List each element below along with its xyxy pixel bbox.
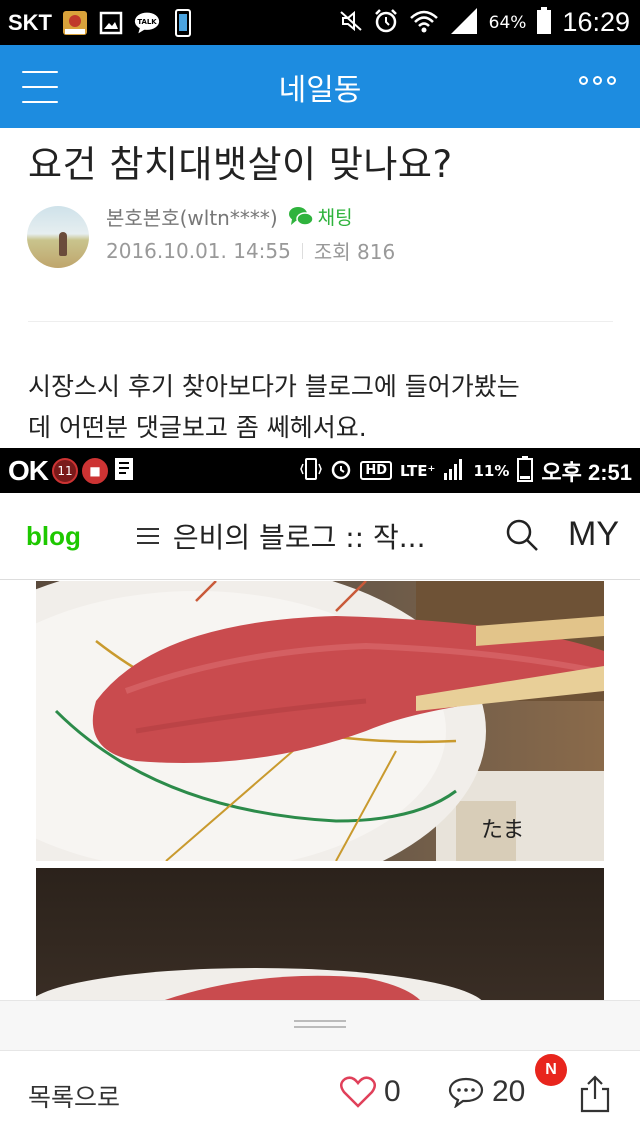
embedded-app-logo: OK [8, 454, 49, 486]
mute-icon [339, 9, 363, 37]
post-title: 요건 참치대뱃살이 맞나요? [28, 143, 453, 186]
embedded-vibrate-icon [300, 457, 323, 485]
embedded-hd-label: HD [360, 461, 392, 480]
my-label: MY [568, 515, 619, 553]
more-dots-icon[interactable] [579, 76, 616, 85]
post-date: 2016.10.01. 14:55 [106, 238, 291, 263]
embedded-status-bar: OK 11 ■ HD LTE⁺ 11% 오후 2:51 [0, 448, 640, 493]
author-row: 본호본호(wltn****) 채팅 [106, 202, 353, 231]
embedded-record-icon: ■ [82, 457, 108, 484]
embedded-screenshot-image[interactable]: OK 11 ■ HD LTE⁺ 11% 오후 2:51 blog 은비의 블로그… [0, 448, 640, 1000]
chat-button[interactable]: 채팅 [288, 203, 353, 230]
post-body-line: 데 어떤분 댓글보고 좀 쎄헤서요. [28, 413, 367, 442]
talk-icon: TALK [134, 10, 160, 36]
carrier-label: SKT [8, 9, 52, 35]
tuna-sushi-photo: たま [36, 581, 604, 861]
embedded-notification-badge: 11 [52, 457, 78, 484]
like-count: 0 [384, 1075, 401, 1108]
list-icon [136, 528, 159, 544]
like-button[interactable]: 0 [340, 1075, 401, 1109]
back-to-list-button[interactable]: 목록으로 [28, 1078, 120, 1114]
clock: 16:29 [562, 7, 630, 37]
embedded-note-icon [114, 457, 134, 485]
svg-text:TALK: TALK [137, 17, 157, 25]
comment-button[interactable]: 20 [448, 1075, 525, 1109]
chat-label: 채팅 [317, 207, 353, 229]
view-count: 조회 816 [313, 240, 396, 264]
status-bar: SKT TALK 64% 16:29 [0, 0, 640, 45]
post-body-line: 시장스시 후기 찾아보다가 블로그에 들어가봤는 [28, 372, 520, 401]
comment-icon [448, 1077, 484, 1108]
avatar[interactable] [27, 206, 89, 268]
tuna-sushi-photo-2 [36, 868, 604, 1000]
gallery-icon [98, 10, 124, 36]
app-icon [62, 10, 88, 36]
photo-sign-text: たま [481, 818, 524, 843]
embedded-battery-icon [517, 455, 534, 486]
post-meta: 2016.10.01. 14:55 조회 816 [106, 236, 395, 265]
new-badge: N [535, 1054, 567, 1086]
blog-title: 은비의 블로그 :: 작... [172, 521, 426, 554]
chat-bubble-icon [288, 206, 314, 226]
battery-percent: 64% [488, 12, 527, 33]
app-header: 네일동 [0, 45, 640, 128]
signal-icon [449, 7, 479, 39]
drag-handle-icon[interactable] [294, 1020, 346, 1028]
wifi-icon [409, 8, 439, 38]
hamburger-icon[interactable] [22, 70, 58, 103]
divider [28, 321, 613, 322]
phone-icon [170, 8, 196, 37]
embedded-signal-icon [443, 457, 465, 485]
embedded-lte-label: LTE⁺ [399, 461, 436, 480]
embedded-blog-nav: blog 은비의 블로그 :: 작... MY [0, 493, 640, 580]
page-title: 네일동 [278, 72, 362, 108]
embedded-battery-percent: 11% [473, 461, 510, 480]
author-name[interactable]: 본호본호(wltn****) [106, 202, 278, 231]
comment-count: 20 [492, 1075, 526, 1108]
alarm-icon [373, 8, 399, 38]
meta-divider [301, 242, 303, 259]
search-icon [504, 517, 540, 557]
battery-icon [536, 6, 552, 39]
blog-logo: blog [26, 520, 81, 551]
embedded-alarm-icon [330, 458, 352, 484]
heart-icon [340, 1076, 376, 1108]
embedded-clock: 오후 2:51 [541, 459, 632, 485]
share-icon[interactable] [578, 1075, 612, 1117]
drawer-handle-area[interactable] [0, 1000, 640, 1050]
post-body: 시장스시 후기 찾아보다가 블로그에 들어가봤는 데 어떤분 댓글보고 좀 쎄헤… [28, 366, 618, 448]
